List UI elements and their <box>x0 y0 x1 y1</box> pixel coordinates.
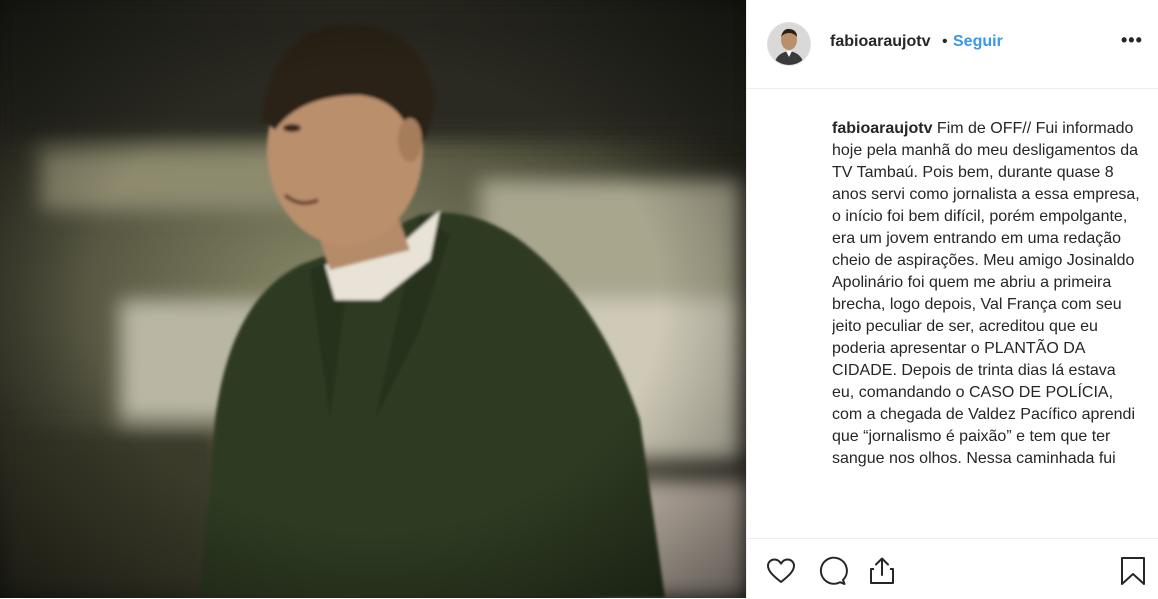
instagram-post: fabioaraujotv • Seguir ••• fabioaraujotv… <box>0 0 1158 598</box>
share-icon[interactable] <box>866 555 898 587</box>
heart-icon[interactable] <box>765 555 797 587</box>
bookmark-icon[interactable] <box>1117 555 1149 587</box>
post-photo[interactable] <box>0 0 746 598</box>
follow-button[interactable]: Seguir <box>953 33 1003 51</box>
action-bar <box>747 538 1158 599</box>
avatar-picture <box>768 23 810 65</box>
post-sidebar: fabioaraujotv • Seguir ••• fabioaraujotv… <box>746 0 1158 598</box>
caption-username[interactable]: fabioaraujotv <box>832 120 932 137</box>
more-options-button[interactable]: ••• <box>1121 30 1143 51</box>
caption: fabioaraujotv Fim de OFF// Fui informado… <box>832 118 1142 538</box>
header-username[interactable]: fabioaraujotv <box>830 33 930 51</box>
avatar[interactable] <box>767 22 811 66</box>
comment-icon[interactable] <box>816 555 848 587</box>
caption-text: Fim de OFF// Fui informado hoje pela man… <box>832 120 1140 467</box>
post-header: fabioaraujotv • Seguir ••• <box>747 0 1158 89</box>
separator-dot: • <box>942 33 948 50</box>
post-photo-illustration <box>0 0 746 598</box>
